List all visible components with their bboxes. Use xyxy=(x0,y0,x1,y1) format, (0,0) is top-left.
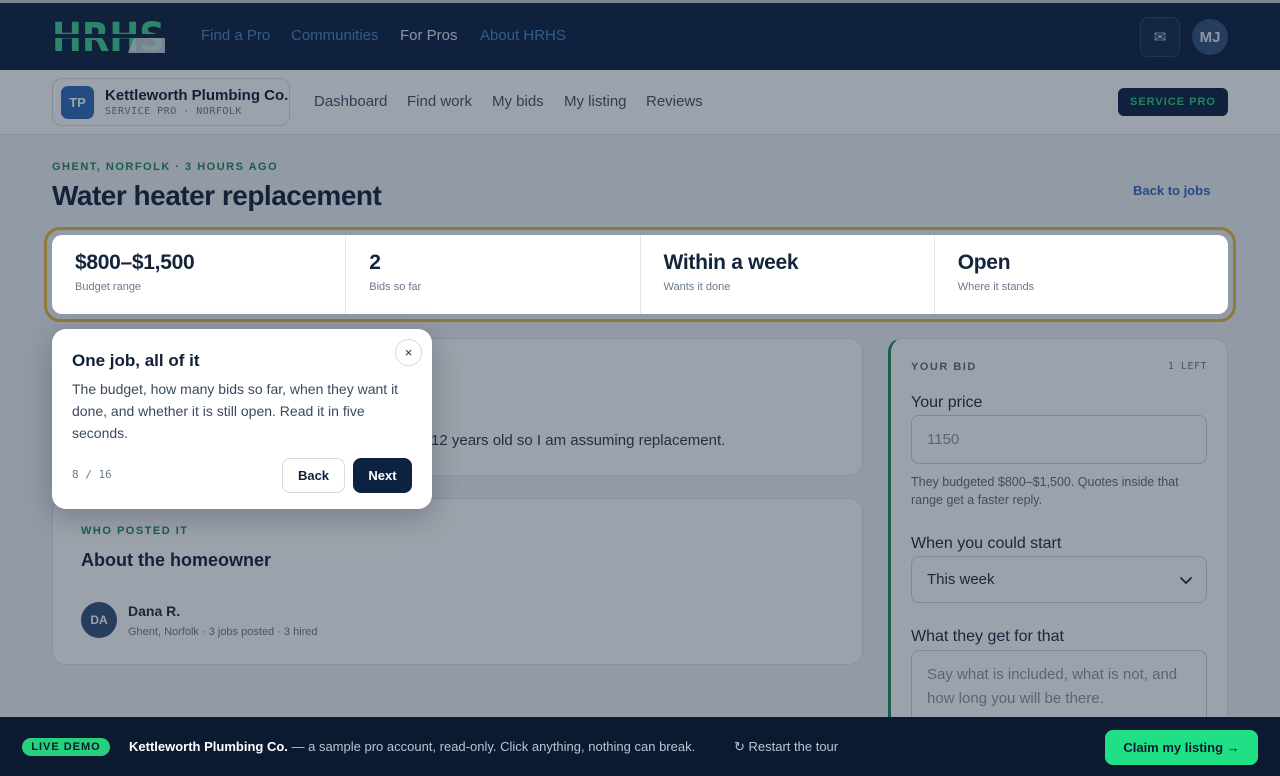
stat-bids: 2 Bids so far xyxy=(346,235,641,314)
stat-label: Bids so far xyxy=(369,281,422,293)
demo-company: Kettleworth Plumbing Co. xyxy=(129,739,288,754)
stat-label: Wants it done xyxy=(663,281,731,293)
stat-label: Budget range xyxy=(75,281,142,293)
demo-message: Kettleworth Plumbing Co. — a sample pro … xyxy=(129,739,695,754)
restart-tour-link[interactable]: ↻ Restart the tour xyxy=(734,739,838,755)
demo-bar: LIVE DEMO Kettleworth Plumbing Co. — a s… xyxy=(0,717,1280,776)
stat-status: Open Where it stands xyxy=(935,235,1228,314)
claim-listing-button[interactable]: Claim my listing → xyxy=(1105,730,1258,765)
tour-step-counter: 8 / 16 xyxy=(72,468,112,481)
stat-budget: $800–$1,500 Budget range xyxy=(52,235,347,314)
stat-value: Open xyxy=(957,251,1011,274)
stat-label: Where it stands xyxy=(957,281,1035,293)
live-demo-badge: LIVE DEMO xyxy=(22,738,110,756)
demo-message-text: — a sample pro account, read-only. Click… xyxy=(287,739,696,754)
tour-popover: × One job, all of it The budget, how man… xyxy=(52,329,432,509)
stat-value: Within a week xyxy=(663,251,799,274)
tour-title: One job, all of it xyxy=(72,351,200,370)
tour-next-button[interactable]: Next xyxy=(353,458,412,493)
tour-body: The budget, how many bids so far, when t… xyxy=(72,381,399,441)
stat-value: $800–$1,500 xyxy=(75,251,195,274)
close-icon[interactable]: × xyxy=(395,339,422,366)
tour-back-button[interactable]: Back xyxy=(282,458,345,493)
stat-value: 2 xyxy=(369,251,381,274)
job-stats: $800–$1,500 Budget range 2 Bids so far W… xyxy=(52,235,1228,314)
stat-timeline: Within a week Wants it done xyxy=(641,235,935,314)
